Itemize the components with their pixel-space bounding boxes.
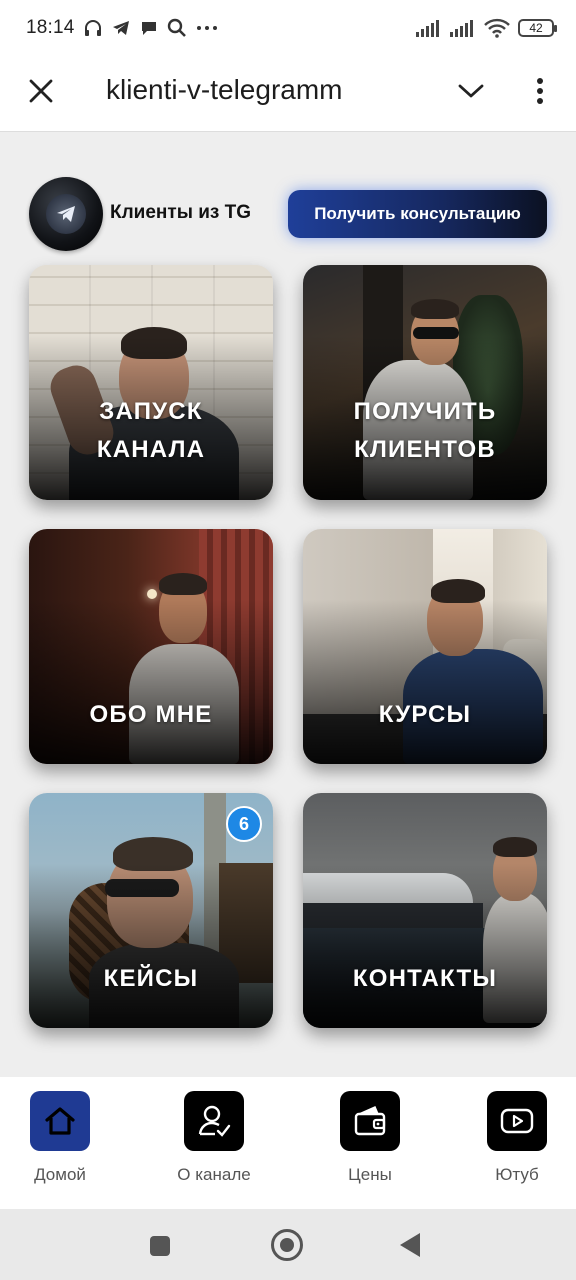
- nav-prices[interactable]: Цены: [310, 1091, 430, 1185]
- chat-icon: [141, 22, 156, 35]
- page-title: klienti-v-telegramm: [106, 74, 343, 105]
- youtube-icon: [500, 1108, 534, 1134]
- more-vertical-icon[interactable]: [530, 76, 550, 106]
- system-nav-bar: [0, 1209, 576, 1280]
- user-check-icon: [198, 1105, 231, 1137]
- tile-about-me[interactable]: ОБО МНЕ: [29, 529, 273, 764]
- battery-level: 42: [529, 21, 543, 35]
- battery-icon: 42: [518, 19, 557, 37]
- tile-label: КАНАЛА: [96, 436, 206, 463]
- nav-home[interactable]: Домой: [0, 1091, 120, 1185]
- wallet-icon: [354, 1106, 386, 1136]
- nav-youtube[interactable]: Ютуб: [457, 1091, 576, 1185]
- tile-label: ЗАПУСК: [99, 398, 203, 425]
- tile-get-clients[interactable]: ПОЛУЧИТЬ КЛИЕНТОВ: [303, 265, 547, 500]
- tile-courses[interactable]: КУРСЫ: [303, 529, 547, 764]
- nav-label: Домой: [34, 1165, 86, 1184]
- tile-label: ПОЛУЧИТЬ: [353, 398, 497, 425]
- home-button-icon[interactable]: [271, 1229, 303, 1261]
- signal-icon: [416, 20, 439, 37]
- headphones-icon: [84, 20, 101, 36]
- back-icon[interactable]: [400, 1233, 420, 1257]
- recent-apps-icon[interactable]: [150, 1236, 170, 1256]
- nav-label: О канале: [177, 1165, 251, 1184]
- bottom-nav: Домой О канале Цены Ютуб: [0, 1077, 576, 1209]
- status-time: 18:14: [26, 17, 75, 38]
- cases-count-badge: 6: [226, 806, 262, 842]
- app-bar: klienti-v-telegramm: [0, 56, 576, 132]
- brand-name: Клиенты из TG: [110, 202, 251, 223]
- telegram-icon: [57, 206, 75, 222]
- tile-contacts[interactable]: КОНТАКТЫ: [303, 793, 547, 1028]
- telegram-icon: [112, 21, 129, 35]
- home-icon: [45, 1107, 75, 1135]
- status-bar: 18:14 42: [0, 0, 576, 56]
- chevron-down-icon[interactable]: [458, 82, 484, 100]
- tile-label: КУРСЫ: [378, 701, 472, 728]
- tile-label: КЛИЕНТОВ: [354, 436, 496, 463]
- signal-icon: [450, 20, 473, 37]
- nav-about-channel[interactable]: О канале: [154, 1091, 274, 1185]
- nav-label: Цены: [348, 1165, 392, 1184]
- close-icon[interactable]: [28, 78, 54, 104]
- nav-label: Ютуб: [495, 1165, 539, 1184]
- get-consultation-button[interactable]: Получить консультацию: [288, 190, 547, 238]
- search-icon: [167, 18, 186, 37]
- wifi-icon: [484, 18, 510, 38]
- tile-label: КЕЙСЫ: [103, 965, 199, 992]
- tile-label: КОНТАКТЫ: [352, 965, 498, 992]
- tile-label: ОБО МНЕ: [89, 701, 213, 728]
- more-dots-icon: [196, 26, 217, 30]
- channel-avatar[interactable]: [29, 177, 103, 251]
- tile-launch-channel[interactable]: ЗАПУСК КАНАЛА: [29, 265, 273, 500]
